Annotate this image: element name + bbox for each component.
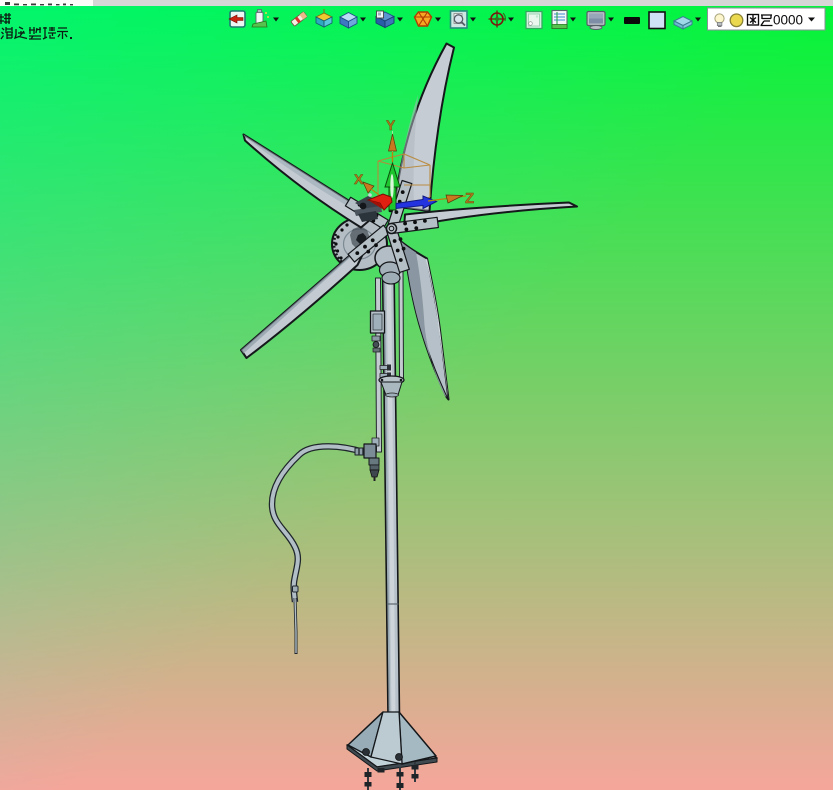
svg-text:Y: Y xyxy=(386,117,396,133)
svg-text:0000: 0000 xyxy=(773,13,803,28)
svg-text:Z: Z xyxy=(465,190,474,207)
svg-text:X: X xyxy=(354,171,364,187)
